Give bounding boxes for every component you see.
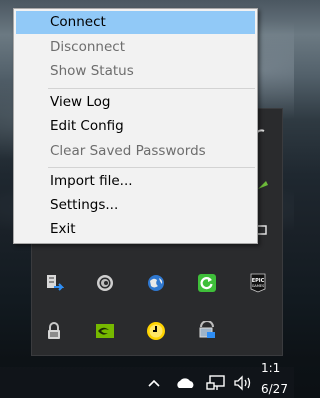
menu-item-exit[interactable]: Exit (16, 218, 255, 241)
chevron-up-icon[interactable] (145, 367, 163, 398)
epic-games-icon[interactable]: EPIC GAMES (248, 273, 268, 293)
network-transfer-icon[interactable] (44, 273, 64, 293)
onedrive-cloud-icon[interactable] (172, 367, 198, 398)
partial-hidden-icon (258, 181, 268, 189)
context-menu: Connect Disconnect Show Status View Log … (13, 8, 258, 244)
menu-separator (48, 167, 255, 168)
menu-item-disconnect[interactable]: Disconnect (16, 36, 255, 59)
green-refresh-icon[interactable] (197, 273, 217, 293)
menu-item-edit-config[interactable]: Edit Config (16, 115, 255, 138)
volume-icon[interactable] (232, 367, 254, 398)
menu-separator (48, 88, 255, 89)
nvidia-icon[interactable] (95, 321, 115, 341)
display-network-icon[interactable] (197, 321, 217, 341)
network-icon[interactable] (204, 367, 228, 398)
openvpn-lock-icon[interactable] (44, 321, 64, 341)
clock-date[interactable]: 6/27 (261, 382, 288, 396)
menu-item-connect[interactable]: Connect (16, 11, 255, 34)
spiral-app-icon[interactable] (95, 273, 115, 293)
svg-text:GAMES: GAMES (252, 284, 265, 288)
menu-item-clear-saved-passwords[interactable]: Clear Saved Passwords (16, 140, 255, 163)
menu-item-show-status[interactable]: Show Status (16, 60, 255, 83)
menu-item-view-log[interactable]: View Log (16, 91, 255, 114)
clock-time[interactable]: 1:1 (261, 361, 280, 375)
globe-app-icon[interactable] (146, 273, 166, 293)
menu-item-settings[interactable]: Settings... (16, 194, 255, 217)
menu-item-import-file[interactable]: Import file... (16, 170, 255, 193)
yellow-clock-icon[interactable] (146, 321, 166, 341)
